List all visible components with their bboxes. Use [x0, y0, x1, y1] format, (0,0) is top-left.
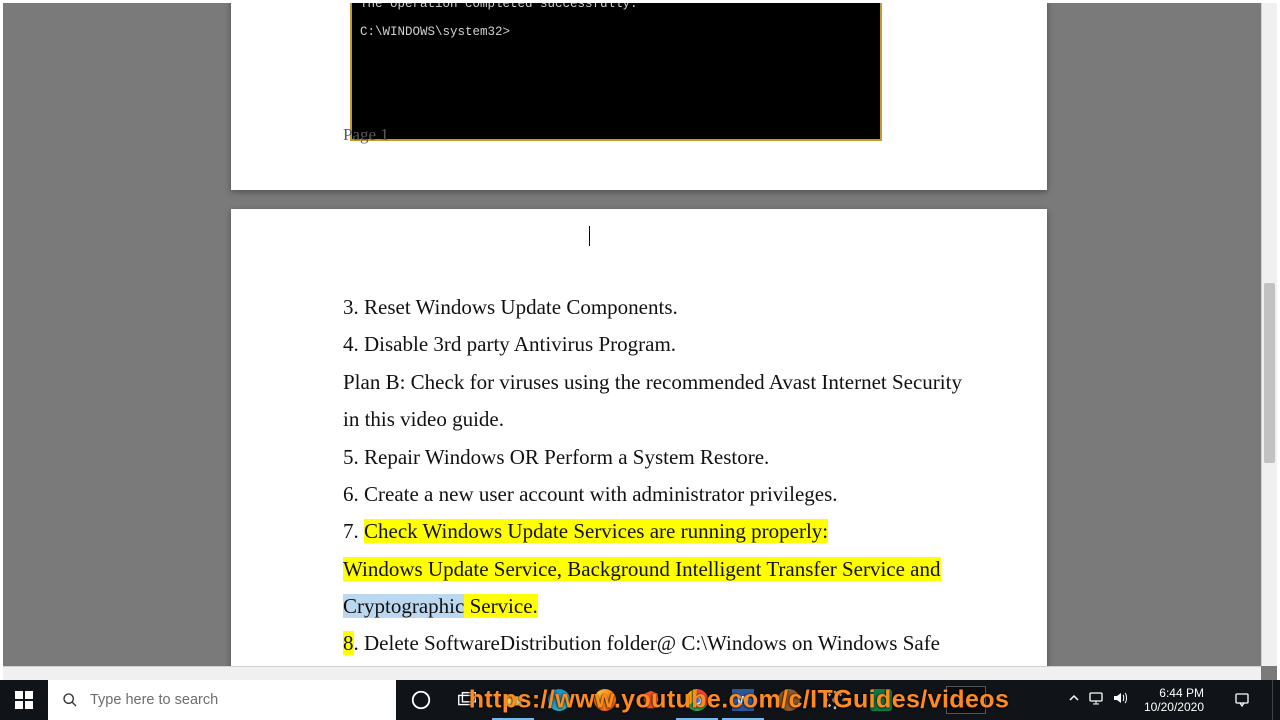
- highlight-text[interactable]: Cryptographic: [343, 594, 464, 618]
- list-item[interactable]: 5. Repair Windows OR Perform a System Re…: [343, 439, 977, 476]
- list-item-highlighted[interactable]: 7. Check Windows Update Services are run…: [343, 513, 977, 550]
- taskbar: Type here to search W https://www.youtub…: [0, 680, 1280, 720]
- list-item-highlighted[interactable]: Windows Update Service, Background Intel…: [343, 551, 977, 626]
- document-page-2[interactable]: 3. Reset Windows Update Components. 4. D…: [231, 209, 1047, 680]
- taskbar-apps: W https://www.youtube.com/c/ITGuides/vid…: [398, 680, 1080, 720]
- horizontal-scrollbar[interactable]: [3, 666, 1261, 680]
- app-window: [==========================100.0%=======…: [0, 0, 1280, 680]
- terminal-output: [==========================100.0%=======…: [352, 3, 880, 39]
- highlight-text[interactable]: Windows Update Service, Background Intel…: [343, 557, 941, 581]
- document-body[interactable]: 3. Reset Windows Update Components. 4. D…: [343, 289, 977, 680]
- chevron-up-icon: [1068, 692, 1080, 704]
- folder-icon: [502, 689, 524, 711]
- terminal-button[interactable]: [946, 686, 986, 714]
- chrome-icon: [686, 689, 708, 711]
- chrome-button[interactable]: [674, 680, 720, 720]
- task-view-button[interactable]: [444, 680, 490, 720]
- list-item[interactable]: 6. Create a new user account with admini…: [343, 476, 977, 513]
- clock-time: 6:44 PM: [1144, 686, 1204, 700]
- taskbar-app[interactable]: [858, 680, 904, 720]
- terminal-line-2: The operation completed successfully.: [360, 3, 638, 11]
- plan-b-paragraph[interactable]: Plan B: Check for viruses using the reco…: [343, 364, 977, 439]
- terminal-screenshot: [==========================100.0%=======…: [350, 3, 882, 141]
- cortana-button[interactable]: [398, 680, 444, 720]
- word-icon: W: [732, 689, 754, 711]
- firefox-icon: [594, 689, 616, 711]
- word-button[interactable]: W: [720, 680, 766, 720]
- notification-icon: [1234, 692, 1250, 708]
- edge-icon: [548, 689, 570, 711]
- list-item[interactable]: 4. Disable 3rd party Antivirus Program.: [343, 326, 977, 363]
- network-icon: [1088, 690, 1104, 706]
- document-viewport: [==========================100.0%=======…: [3, 3, 1277, 680]
- document-page-1: [==========================100.0%=======…: [231, 3, 1047, 190]
- tray-overflow-button[interactable]: [1068, 691, 1080, 709]
- task-view-icon: [456, 689, 478, 711]
- app-icon: [870, 689, 892, 711]
- show-desktop-button[interactable]: [1272, 680, 1278, 720]
- edge-button[interactable]: [536, 680, 582, 720]
- highlight-text[interactable]: Check Windows Update Services are runnin…: [364, 519, 828, 543]
- taskbar-search[interactable]: Type here to search: [48, 680, 396, 720]
- tray-network-button[interactable]: [1088, 690, 1104, 711]
- settings-button[interactable]: [812, 680, 858, 720]
- search-icon: [62, 692, 78, 708]
- firefox-button[interactable]: [582, 680, 628, 720]
- file-explorer-button[interactable]: [490, 680, 536, 720]
- windows-logo-icon: [15, 691, 33, 709]
- scrollbar-thumb[interactable]: [1264, 283, 1275, 463]
- search-placeholder: Type here to search: [90, 692, 218, 708]
- selected-text[interactable]: Cryptographic: [343, 594, 464, 618]
- start-button[interactable]: [0, 680, 48, 720]
- brave-icon: [640, 689, 662, 711]
- action-center-button[interactable]: [1220, 680, 1264, 720]
- highlight-text[interactable]: Service.: [464, 594, 537, 618]
- gear-icon: [824, 689, 846, 711]
- app-icon: [778, 689, 800, 711]
- brave-button[interactable]: [628, 680, 674, 720]
- tray-volume-button[interactable]: [1112, 690, 1128, 711]
- taskbar-app[interactable]: [766, 680, 812, 720]
- highlight-text[interactable]: 8: [343, 631, 354, 655]
- item-number[interactable]: 7.: [343, 519, 364, 543]
- vertical-scrollbar[interactable]: [1261, 3, 1277, 666]
- terminal-prompt: C:\WINDOWS\system32>: [360, 25, 510, 39]
- clock-date: 10/20/2020: [1144, 700, 1204, 714]
- list-item[interactable]: 3. Reset Windows Update Components.: [343, 289, 977, 326]
- taskbar-clock[interactable]: 6:44 PM 10/20/2020: [1136, 686, 1212, 714]
- page-number-label: Page 1: [343, 125, 389, 145]
- volume-icon: [1112, 690, 1128, 706]
- cortana-icon: [410, 689, 432, 711]
- text-cursor: [589, 226, 590, 246]
- system-tray: 6:44 PM 10/20/2020: [1058, 680, 1280, 720]
